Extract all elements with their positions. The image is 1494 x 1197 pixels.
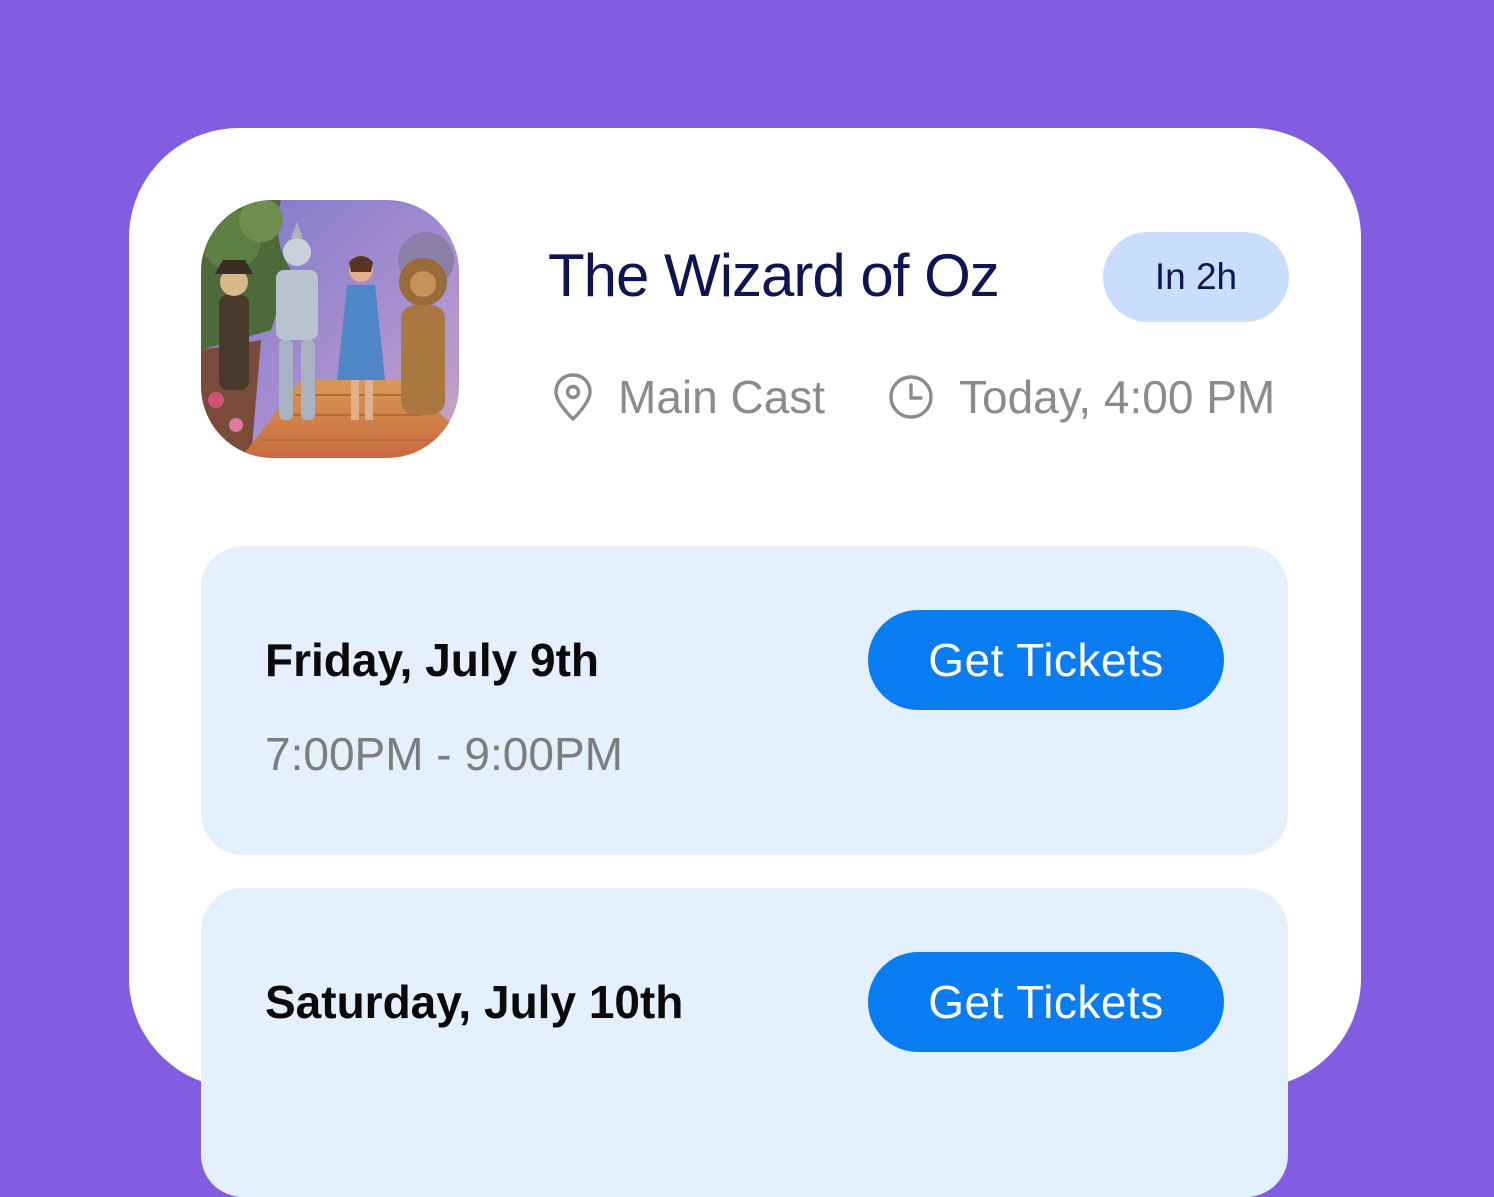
session-card: Saturday, July 10th Get Tickets (201, 888, 1288, 1197)
map-pin-icon (554, 373, 592, 421)
event-location-label: Main Cast (618, 371, 826, 423)
get-tickets-button[interactable]: Get Tickets (868, 952, 1224, 1052)
session-time-range: 7:00PM - 9:00PM (265, 728, 623, 780)
clock-icon (889, 375, 933, 419)
event-title: The Wizard of Oz (548, 242, 1000, 309)
event-poster-image (201, 200, 459, 458)
session-date: Saturday, July 10th (265, 976, 684, 1028)
event-time: Today, 4:00 PM (887, 364, 1275, 430)
session-card: Friday, July 9th 7:00PM - 9:00PM Get Tic… (201, 546, 1288, 855)
event-card: The Wizard of Oz In 2h Main Cast Today, … (129, 128, 1361, 1197)
session-date: Friday, July 9th (265, 634, 600, 686)
event-time-label: Today, 4:00 PM (959, 371, 1276, 423)
get-tickets-button[interactable]: Get Tickets (868, 610, 1224, 710)
time-until-badge: In 2h (1103, 232, 1289, 322)
event-location: Main Cast (552, 364, 825, 430)
